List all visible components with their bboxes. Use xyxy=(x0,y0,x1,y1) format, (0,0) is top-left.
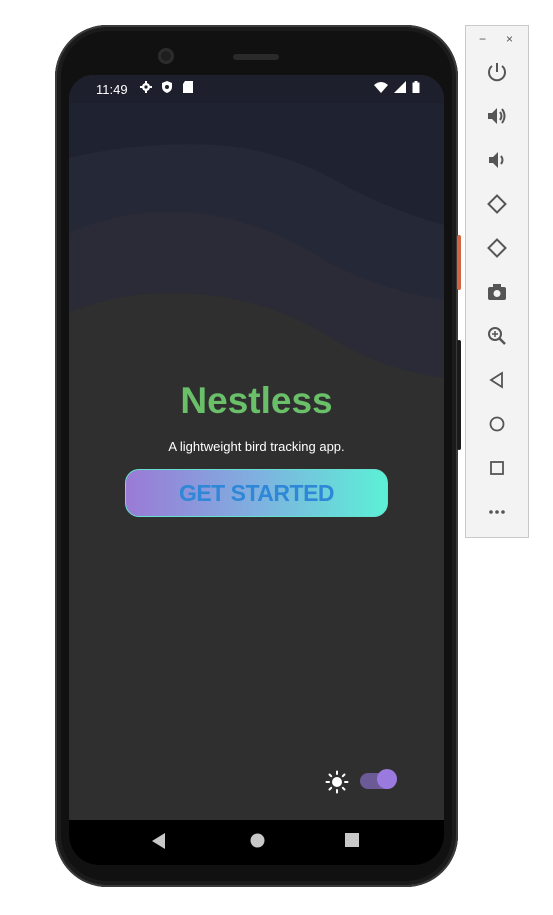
volume-up-icon[interactable] xyxy=(485,104,509,128)
minimize-button[interactable]: − xyxy=(479,32,486,46)
home-icon[interactable] xyxy=(250,833,265,848)
status-right-icons xyxy=(374,81,420,93)
rotate-right-icon[interactable] xyxy=(485,236,509,260)
camera-icon[interactable] xyxy=(485,280,509,304)
zoom-icon[interactable] xyxy=(485,324,509,348)
shield-icon xyxy=(162,81,172,93)
gear-icon xyxy=(140,81,152,93)
phone-screen: 11:49 Nestless A lightweight bird tracki… xyxy=(69,75,444,865)
recents-icon[interactable] xyxy=(345,833,359,847)
get-started-button[interactable]: GET STARTED xyxy=(125,469,388,517)
power-icon[interactable] xyxy=(485,60,509,84)
volume-down-icon[interactable] xyxy=(485,148,509,172)
overview-icon[interactable] xyxy=(485,456,509,480)
rotate-left-icon[interactable] xyxy=(485,192,509,216)
more-icon[interactable] xyxy=(485,500,509,524)
back-icon[interactable] xyxy=(152,833,166,849)
moon-icon xyxy=(411,772,421,792)
app-title: Nestless xyxy=(180,380,333,421)
sun-icon xyxy=(325,770,349,794)
power-side-button xyxy=(457,235,461,290)
status-bar: 11:49 xyxy=(69,75,444,103)
theme-toggle-knob[interactable] xyxy=(377,769,397,789)
front-camera xyxy=(158,48,174,64)
sd-card-icon xyxy=(183,81,193,93)
android-nav-bar xyxy=(69,820,444,865)
status-time: 11:49 xyxy=(96,82,128,97)
back-icon[interactable] xyxy=(485,368,509,392)
app-subtitle: A lightweight bird tracking app. xyxy=(168,439,345,454)
battery-icon xyxy=(412,81,420,93)
theme-toggle-row xyxy=(325,769,425,795)
earpiece-speaker xyxy=(233,54,279,60)
volume-side-button xyxy=(457,340,461,450)
signal-icon xyxy=(394,81,406,93)
home-icon[interactable] xyxy=(485,412,509,436)
emulator-toolbar: − × xyxy=(465,25,529,538)
wifi-icon xyxy=(374,82,388,93)
close-button[interactable]: × xyxy=(506,32,513,46)
